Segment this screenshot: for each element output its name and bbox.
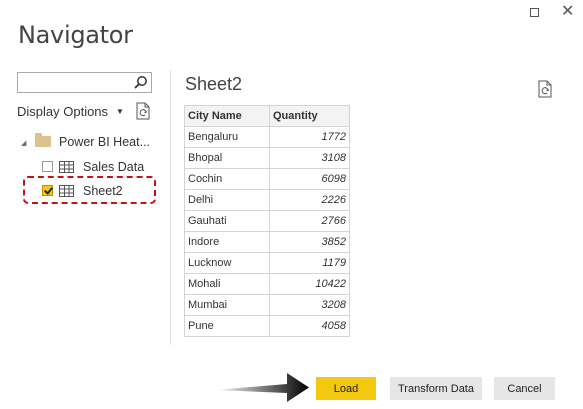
- table-cell: 3208: [269, 294, 350, 316]
- table-cell: Cochin: [184, 168, 270, 190]
- load-button[interactable]: Load: [316, 377, 376, 400]
- table-cell: Mohali: [184, 273, 270, 295]
- display-options-dropdown[interactable]: Display Options ▼: [17, 104, 124, 119]
- table-row: Mumbai 3208: [184, 294, 350, 316]
- transform-data-button[interactable]: Transform Data: [390, 377, 482, 400]
- table-cell: 3108: [269, 147, 350, 169]
- table-cell: 2766: [269, 210, 350, 232]
- search-box[interactable]: [17, 72, 152, 93]
- sales-data-checkbox[interactable]: [42, 161, 53, 172]
- pointer-arrow-icon: [215, 373, 309, 402]
- tree-root-label: Power BI Heat...: [59, 135, 151, 149]
- search-input[interactable]: [22, 74, 130, 92]
- display-options-label: Display Options: [17, 104, 109, 119]
- table-row: Gauhati 2766: [184, 210, 350, 232]
- table-row: Lucknow 1179: [184, 252, 350, 274]
- table-cell: 10422: [269, 273, 350, 295]
- table-row: Bengaluru 1772: [184, 126, 350, 148]
- tree-item-sales-data[interactable]: Sales Data: [42, 160, 144, 174]
- table-row: Cochin 6098: [184, 168, 350, 190]
- preview-table: City Name Quantity Bengaluru 1772 Bhopal 3…: [184, 105, 350, 337]
- table-cell: 2226: [269, 189, 350, 211]
- column-header: Quantity: [269, 105, 350, 127]
- table-cell: 1772: [269, 126, 350, 148]
- tree-item-label: Sales Data: [83, 160, 145, 174]
- highlight-box: [23, 176, 156, 204]
- column-header: City Name: [184, 105, 270, 127]
- table-cell: Gauhati: [184, 210, 270, 232]
- close-icon[interactable]: ✕: [561, 4, 574, 20]
- table-row: Delhi 2226: [184, 189, 350, 211]
- maximize-icon[interactable]: [530, 8, 539, 17]
- chevron-down-icon: ▼: [116, 107, 124, 116]
- table-cell: Pune: [184, 315, 270, 337]
- table-row: Indore 3852: [184, 231, 350, 253]
- table-row: Pune 4058: [184, 315, 350, 337]
- table-cell: Bengaluru: [184, 126, 270, 148]
- cancel-button[interactable]: Cancel: [494, 377, 555, 400]
- table-cell: 3852: [269, 231, 350, 253]
- page-title: Navigator: [18, 21, 133, 49]
- table-cell: Lucknow: [184, 252, 270, 274]
- search-icon[interactable]: [133, 75, 148, 90]
- table-row: Mohali 10422: [184, 273, 350, 295]
- table-cell: Bhopal: [184, 147, 270, 169]
- refresh-icon[interactable]: [538, 80, 554, 98]
- folder-icon: [35, 133, 51, 147]
- table-cell: 1179: [269, 252, 350, 274]
- panel-divider: [170, 70, 171, 345]
- table-cell: Delhi: [184, 189, 270, 211]
- expand-arrow-icon[interactable]: ◢: [21, 139, 31, 147]
- refresh-icon[interactable]: [136, 102, 152, 120]
- table-icon: [59, 161, 74, 173]
- table-cell: Mumbai: [184, 294, 270, 316]
- table-cell: 6098: [269, 168, 350, 190]
- tree-root-item[interactable]: ◢ Power BI Heat...: [21, 133, 151, 149]
- table-row: Bhopal 3108: [184, 147, 350, 169]
- table-header-row: City Name Quantity: [184, 105, 350, 127]
- table-cell: 4058: [269, 315, 350, 337]
- preview-title: Sheet2: [185, 74, 243, 94]
- table-cell: Indore: [184, 231, 270, 253]
